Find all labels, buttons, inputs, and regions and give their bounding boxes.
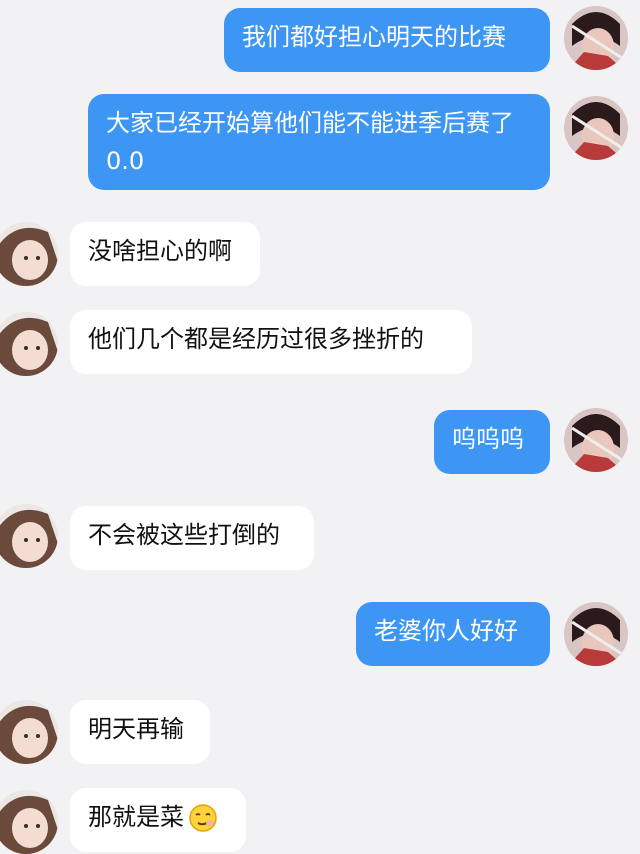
chat-message-outgoing: 大家已经开始算他们能不能进季后赛了 0.0 (0, 94, 640, 192)
message-bubble[interactable]: 不会被这些打倒的 (70, 506, 314, 570)
chat-message-outgoing: 呜呜呜 (0, 408, 640, 476)
chat-message-incoming: 不会被这些打倒的 (0, 504, 640, 572)
my-avatar[interactable] (564, 408, 628, 472)
chat-message-outgoing: 老婆你人好好 (0, 602, 640, 670)
my-avatar[interactable] (564, 96, 628, 160)
chat-message-outgoing: 我们都好担心明天的比赛 (0, 6, 640, 74)
message-bubble[interactable]: 没啥担心的啊 (70, 222, 260, 286)
message-bubble[interactable]: 那就是菜 (70, 788, 246, 852)
contact-avatar[interactable] (0, 312, 58, 376)
contact-avatar[interactable] (0, 222, 58, 286)
message-bubble[interactable]: 我们都好担心明天的比赛 (224, 8, 550, 72)
message-bubble[interactable]: 大家已经开始算他们能不能进季后赛了 0.0 (88, 94, 550, 190)
message-text: 那就是菜 (88, 803, 184, 831)
message-bubble[interactable]: 明天再输 (70, 700, 210, 764)
my-avatar[interactable] (564, 6, 628, 70)
message-bubble[interactable]: 他们几个都是经历过很多挫折的 (70, 310, 472, 374)
chat-message-incoming: 那就是菜 (0, 788, 640, 854)
chat-message-incoming: 没啥担心的啊 (0, 222, 640, 290)
contact-avatar[interactable] (0, 504, 58, 568)
smirking-face-emoji-icon (188, 803, 218, 833)
contact-avatar[interactable] (0, 700, 58, 764)
chat-message-incoming: 他们几个都是经历过很多挫折的 (0, 310, 640, 378)
message-bubble[interactable]: 老婆你人好好 (356, 602, 550, 666)
contact-avatar[interactable] (0, 790, 58, 854)
my-avatar[interactable] (564, 602, 628, 666)
message-bubble[interactable]: 呜呜呜 (434, 410, 550, 474)
chat-message-incoming: 明天再输 (0, 700, 640, 768)
